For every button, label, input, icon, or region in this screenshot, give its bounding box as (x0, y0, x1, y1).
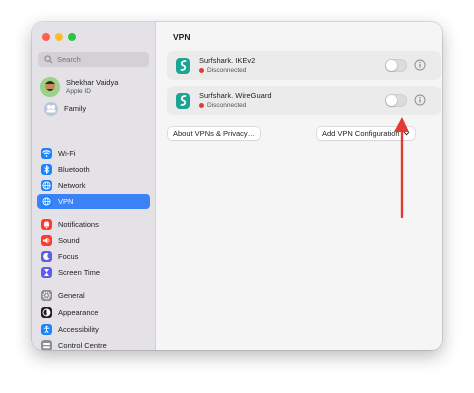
annotation-arrow-icon (394, 117, 409, 219)
